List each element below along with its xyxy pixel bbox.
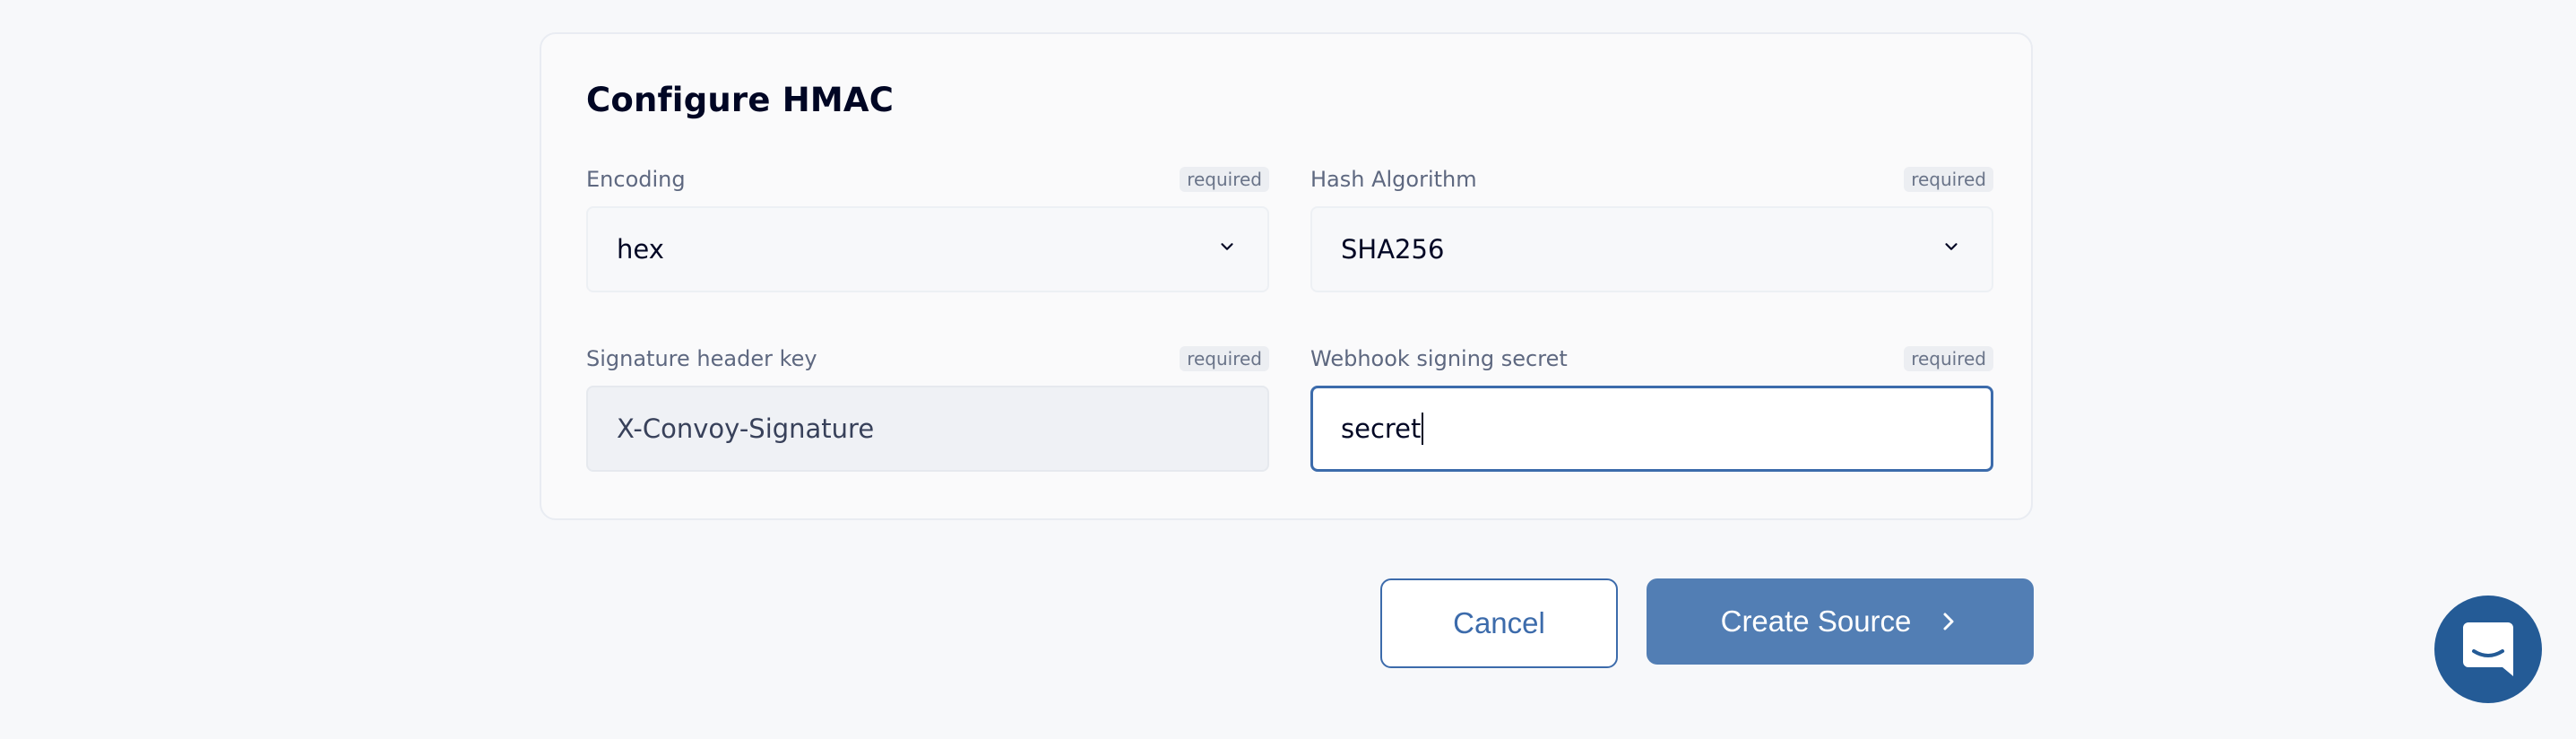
hash-algorithm-label: Hash Algorithm [1310,167,1477,192]
text-caret [1422,413,1424,445]
hash-algorithm-select[interactable]: SHA256 [1310,206,1993,292]
configure-hmac-card: Configure HMAC Encoding required hex Has… [540,32,2033,520]
chat-icon [2463,622,2513,676]
webhook-signing-secret-value: secret [1341,413,1422,444]
encoding-label: Encoding [586,167,686,192]
signature-header-key-input[interactable]: X-Convoy-Signature [586,386,1269,472]
hash-algorithm-select-value: SHA256 [1341,234,1445,265]
create-source-button-label: Create Source [1720,604,1912,638]
chat-launcher-button[interactable] [2434,596,2542,703]
required-badge: required [1904,346,1993,371]
encoding-select[interactable]: hex [586,206,1269,292]
chevron-down-icon [1221,243,1233,250]
signature-header-key-label: Signature header key [586,346,817,371]
required-badge: required [1904,167,1993,192]
card-title: Configure HMAC [586,81,895,119]
create-source-button[interactable]: Create Source [1647,578,2034,665]
webhook-signing-secret-input[interactable]: secret [1310,386,1993,472]
encoding-select-value: hex [617,234,664,265]
webhook-signing-secret-label: Webhook signing secret [1310,346,1568,371]
signature-header-key-value: X-Convoy-Signature [617,413,875,444]
chevron-right-icon [1943,613,1954,630]
chevron-down-icon [1945,243,1958,250]
cancel-button[interactable]: Cancel [1380,578,1618,668]
cancel-button-label: Cancel [1453,606,1545,639]
required-badge: required [1180,167,1269,192]
webhook-signing-secret-value-wrap: secret [1341,388,1424,469]
required-badge: required [1180,346,1269,371]
